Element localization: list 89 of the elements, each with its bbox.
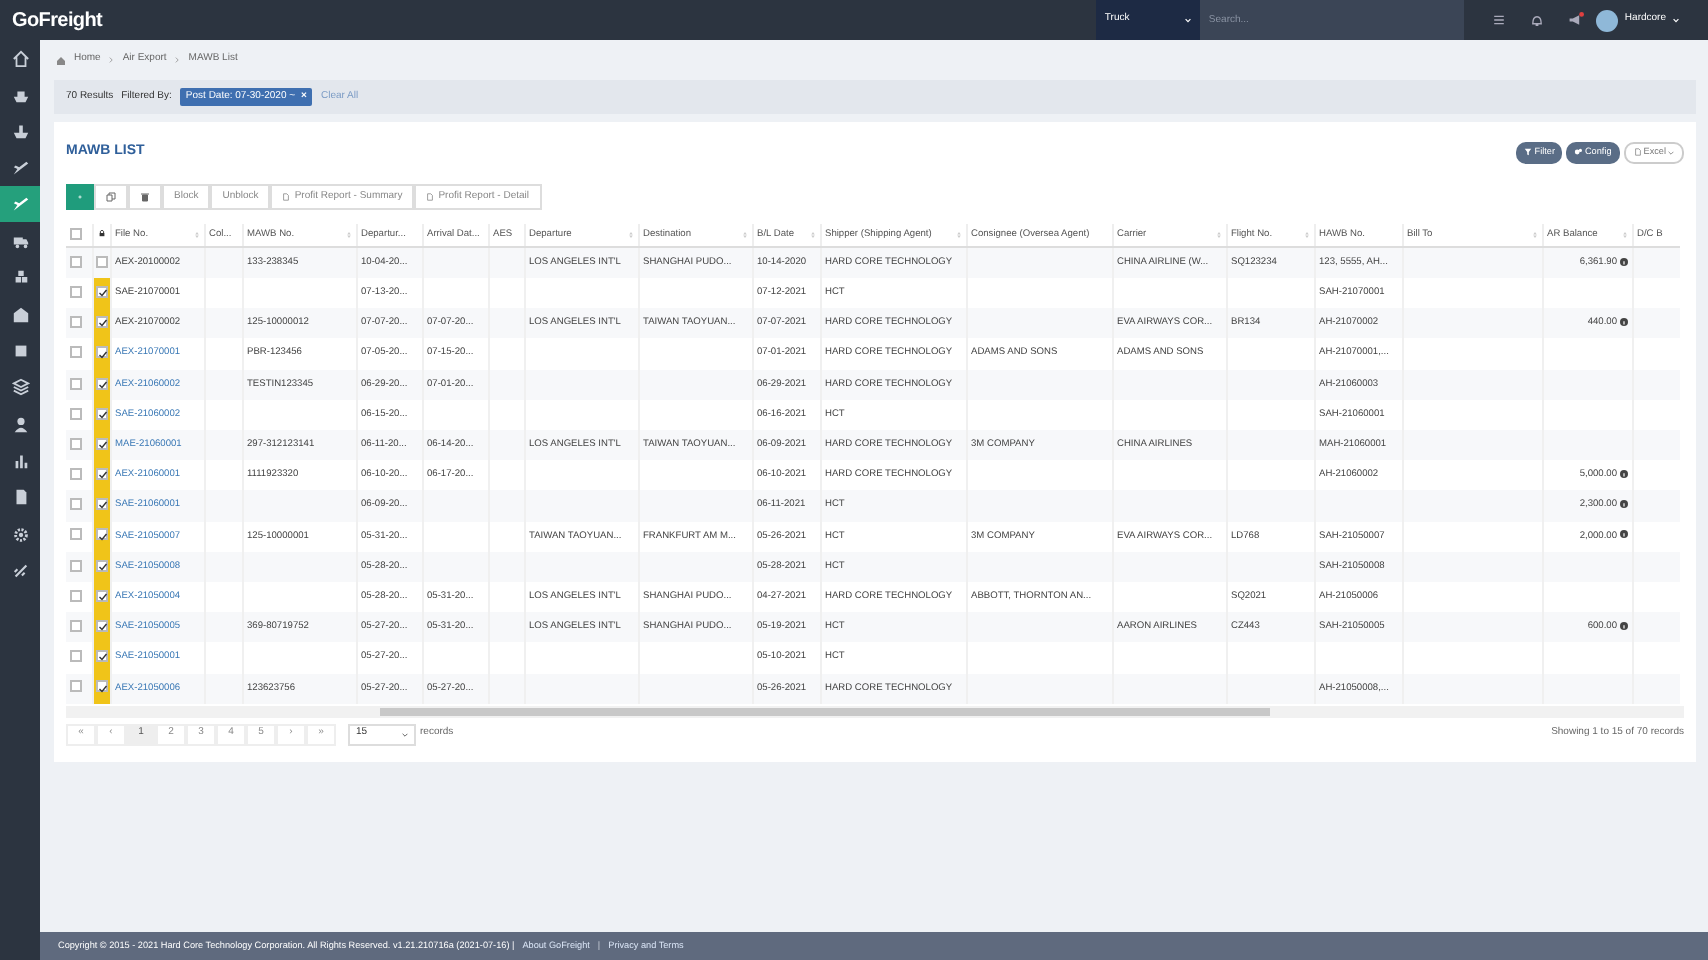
- stack-icon: [11, 378, 29, 397]
- link-icon: [11, 561, 29, 580]
- checkbox[interactable]: [95, 498, 107, 511]
- checkbox[interactable]: [95, 559, 107, 572]
- megaphone-icon[interactable]: [1568, 12, 1585, 28]
- checkbox[interactable]: [70, 680, 82, 693]
- check-icon: [97, 379, 107, 390]
- document-icon: [11, 488, 29, 507]
- checkbox[interactable]: [70, 316, 82, 329]
- lock-icon: [97, 228, 105, 239]
- check-icon: [97, 592, 107, 603]
- bell-icon[interactable]: [1530, 13, 1545, 27]
- checkbox[interactable]: [95, 680, 107, 693]
- check-icon: [97, 288, 107, 299]
- checkbox[interactable]: [70, 559, 82, 572]
- checkbox[interactable]: [70, 589, 82, 602]
- document-icon: [1633, 148, 1642, 157]
- checkbox[interactable]: [70, 407, 82, 420]
- building-icon: [11, 305, 29, 324]
- document-icon: [282, 191, 291, 202]
- scrollbar[interactable]: [66, 705, 366, 718]
- checkbox[interactable]: [95, 528, 107, 541]
- checkbox[interactable]: [70, 285, 82, 298]
- person-icon: [11, 415, 29, 434]
- add-button[interactable]: [66, 183, 94, 210]
- delete-button[interactable]: [128, 183, 162, 210]
- info-icon: [1619, 530, 1627, 539]
- checkbox[interactable]: [95, 285, 107, 298]
- settings-icon: [11, 525, 29, 543]
- checkbox[interactable]: [95, 468, 107, 481]
- info-icon: [1619, 318, 1627, 326]
- info-icon: [1619, 469, 1627, 478]
- check-icon: [97, 409, 107, 420]
- info-icon: [1619, 257, 1627, 266]
- check-icon: [97, 531, 107, 542]
- checkbox[interactable]: [70, 346, 82, 359]
- checkbox[interactable]: [95, 589, 107, 602]
- check-icon: [97, 349, 107, 360]
- sidebar-item[interactable]: [0, 186, 40, 223]
- info-icon: [1619, 500, 1627, 509]
- check-icon: [97, 318, 107, 329]
- chart-icon: [11, 451, 29, 470]
- check-icon: [97, 561, 107, 572]
- home-icon: [11, 49, 29, 68]
- info-icon: [1619, 621, 1627, 630]
- check-icon: [97, 470, 107, 481]
- gears-icon: [1574, 148, 1583, 157]
- checkbox[interactable]: [70, 468, 82, 481]
- checkbox[interactable]: [95, 650, 107, 663]
- chevron-icon: [108, 56, 115, 64]
- checkbox[interactable]: [70, 498, 82, 511]
- ship-icon: [11, 122, 29, 141]
- box-icon: [11, 342, 29, 361]
- copy-icon: [106, 191, 116, 202]
- checkbox[interactable]: [70, 437, 82, 450]
- checkbox[interactable]: [95, 346, 107, 359]
- boxes-icon: [11, 268, 29, 287]
- trash-icon: [140, 191, 150, 202]
- ship-icon: [11, 85, 29, 104]
- checkbox[interactable]: [70, 377, 82, 389]
- checkbox[interactable]: [70, 528, 82, 541]
- truck-icon: [11, 232, 29, 251]
- checkbox[interactable]: [70, 620, 82, 632]
- filter-icon: [1524, 148, 1533, 157]
- document-icon: [426, 191, 435, 202]
- caret-icon: [1668, 149, 1674, 156]
- caret-icon: [1184, 17, 1193, 23]
- check-icon: [97, 622, 107, 633]
- list-icon[interactable]: [1492, 14, 1507, 26]
- checkbox[interactable]: [95, 256, 107, 268]
- checkbox[interactable]: [70, 227, 82, 240]
- checkbox[interactable]: [70, 650, 82, 663]
- avatar[interactable]: [1596, 9, 1619, 31]
- logo[interactable]: GoFreight: [12, 5, 103, 35]
- check-icon: [97, 500, 107, 511]
- checkbox[interactable]: [95, 407, 107, 420]
- caret-icon: [402, 731, 408, 738]
- check-icon: [97, 652, 107, 663]
- checkbox[interactable]: [95, 620, 107, 632]
- checkbox[interactable]: [95, 316, 107, 329]
- checkbox[interactable]: [70, 256, 82, 268]
- home-icon: [56, 55, 66, 65]
- checkbox[interactable]: [95, 437, 107, 450]
- chevron-icon: [174, 56, 181, 64]
- check-icon: [97, 683, 107, 694]
- check-icon: [97, 440, 107, 451]
- scrollbar[interactable]: [366, 705, 1684, 718]
- checkbox[interactable]: [95, 377, 107, 389]
- caret-icon: [1672, 17, 1680, 23]
